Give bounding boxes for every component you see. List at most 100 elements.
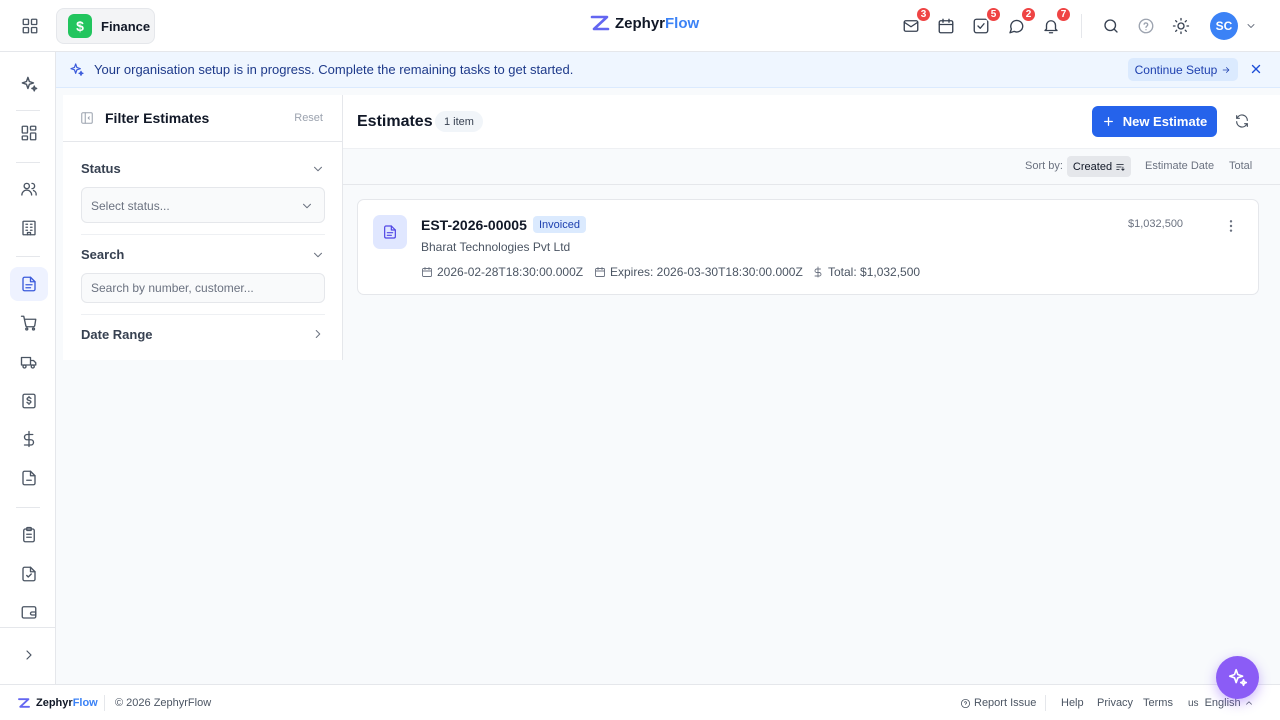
footer-brand-part2: Flow xyxy=(72,697,98,709)
close-icon[interactable] xyxy=(1249,62,1265,78)
continue-setup-button[interactable]: Continue Setup xyxy=(1128,58,1238,81)
rail-ai-sparkle[interactable] xyxy=(10,67,48,101)
brand-logo[interactable]: Zephyr Flow xyxy=(589,14,699,32)
user-avatar[interactable]: SC xyxy=(1210,12,1238,40)
tasks-button[interactable]: 5 xyxy=(970,6,1002,37)
sparkles-icon xyxy=(69,62,85,78)
rail-wallet[interactable] xyxy=(10,595,48,629)
file-icon xyxy=(22,470,36,486)
shopping-cart-icon xyxy=(20,315,37,331)
plus-icon xyxy=(1103,117,1113,126)
search-input[interactable] xyxy=(81,273,325,303)
search-section-label[interactable]: Search xyxy=(81,247,124,262)
rail-expand-button[interactable] xyxy=(10,638,48,672)
left-rail xyxy=(0,52,56,684)
tasks-badge: 5 xyxy=(985,6,1002,23)
rail-separator xyxy=(16,507,40,508)
customer-name: Bharat Technologies Pvt Ltd xyxy=(421,240,571,254)
calendar-button[interactable] xyxy=(935,15,957,37)
new-estimate-label: New Estimate xyxy=(1122,114,1208,129)
sort-option-created[interactable]: Created xyxy=(1067,156,1131,177)
rail-invoices[interactable] xyxy=(10,384,48,418)
rail-approvals[interactable] xyxy=(10,557,48,591)
app-grid-icon[interactable] xyxy=(18,14,42,38)
rail-separator xyxy=(16,110,40,111)
truck-icon xyxy=(20,356,37,369)
sort-option-total[interactable]: Total xyxy=(1229,160,1252,172)
sort-desc-icon xyxy=(1116,163,1125,171)
help-link[interactable]: Help xyxy=(1061,697,1084,709)
status-select-placeholder: Select status... xyxy=(91,199,170,213)
sort-option-estimate-date[interactable]: Estimate Date xyxy=(1145,160,1214,172)
language-selector[interactable]: us English xyxy=(1188,697,1254,709)
rail-companies[interactable] xyxy=(10,211,48,245)
help-button[interactable] xyxy=(1135,15,1157,37)
estimate-card[interactable]: EST-2026-00005 Invoiced Bharat Technolog… xyxy=(357,199,1259,295)
mail-badge: 3 xyxy=(915,6,932,23)
status-select[interactable]: Select status... xyxy=(81,187,325,223)
footer-brand[interactable]: Zephyr Flow xyxy=(17,697,98,709)
rail-deliveries[interactable] xyxy=(10,345,48,379)
chevron-down-icon[interactable] xyxy=(311,162,325,176)
rail-contacts[interactable] xyxy=(10,172,48,206)
chevron-down-icon[interactable] xyxy=(311,248,325,262)
estimate-total-value: Total: $1,032,500 xyxy=(828,265,921,279)
chat-button[interactable]: 2 xyxy=(1005,6,1037,37)
new-estimate-button[interactable]: New Estimate xyxy=(1092,106,1217,137)
mail-button[interactable]: 3 xyxy=(900,6,932,37)
report-issue-link[interactable]: Report Issue xyxy=(960,697,1036,709)
setup-banner: Your organisation setup is in progress. … xyxy=(56,52,1280,88)
search-icon xyxy=(1104,19,1118,33)
ai-assistant-button[interactable] xyxy=(1216,656,1259,699)
zephyr-logo-icon xyxy=(18,698,30,708)
sun-icon xyxy=(1172,17,1190,35)
users-icon xyxy=(21,182,37,196)
search-button[interactable] xyxy=(1100,15,1122,37)
sparkles-icon xyxy=(1228,668,1247,686)
theme-toggle-button[interactable] xyxy=(1170,15,1192,37)
rail-estimates[interactable] xyxy=(10,267,48,301)
dashboard-icon xyxy=(21,125,37,141)
estimate-amount: $1,032,500 xyxy=(1128,218,1184,230)
expiry-date-value: Expires: 2026-03-30T18:30:00.000Z xyxy=(610,265,803,279)
chat-badge: 2 xyxy=(1020,6,1037,23)
continue-setup-label: Continue Setup xyxy=(1134,62,1218,77)
sparkles-icon xyxy=(21,76,37,92)
estimate-date: 2026-02-28T18:30:00.000Z xyxy=(421,265,583,279)
rail-payments[interactable] xyxy=(10,422,48,456)
date-range-section-label[interactable]: Date Range xyxy=(81,327,153,342)
header-divider xyxy=(1081,14,1082,38)
chevron-right-icon[interactable] xyxy=(311,327,325,341)
footer-divider xyxy=(1045,695,1046,711)
sort-bar: Sort by: Created Estimate Date Total xyxy=(343,149,1280,185)
terms-link[interactable]: Terms xyxy=(1143,697,1173,709)
rail-orders[interactable] xyxy=(10,306,48,340)
help-circle-icon xyxy=(1138,18,1154,34)
rail-dashboard[interactable] xyxy=(10,116,48,150)
calendar-icon xyxy=(938,18,954,34)
chevron-down-icon[interactable] xyxy=(1245,20,1257,32)
refresh-icon[interactable] xyxy=(1234,113,1250,129)
calendar-icon xyxy=(595,267,605,277)
more-vertical-icon[interactable] xyxy=(1223,218,1239,234)
wallet-icon xyxy=(21,606,37,619)
estimate-number[interactable]: EST-2026-00005 xyxy=(421,217,527,233)
brand-name-part1: Zephyr xyxy=(615,14,666,32)
footer-brand-part1: Zephyr xyxy=(36,697,73,709)
file-check-icon xyxy=(22,566,36,582)
arrow-right-icon xyxy=(1223,66,1230,73)
notifications-button[interactable]: 7 xyxy=(1040,6,1072,37)
panel-collapse-icon[interactable] xyxy=(80,111,94,125)
rail-clipboard[interactable] xyxy=(10,518,48,552)
file-text-icon xyxy=(22,276,36,292)
privacy-link[interactable]: Privacy xyxy=(1097,697,1133,709)
reset-button[interactable]: Reset xyxy=(294,112,323,124)
section-divider xyxy=(81,234,325,235)
app-switcher[interactable]: $ Finance xyxy=(56,8,155,44)
status-section-label[interactable]: Status xyxy=(81,161,121,176)
estimates-header: Estimates 1 item New Estimate xyxy=(343,95,1280,149)
estimate-total: Total: $1,032,500 xyxy=(812,265,920,279)
rail-documents[interactable] xyxy=(10,461,48,495)
brand-name-part2: Flow xyxy=(665,14,700,32)
footer: Zephyr Flow © 2026 ZephyrFlow Report Iss… xyxy=(0,684,1280,720)
